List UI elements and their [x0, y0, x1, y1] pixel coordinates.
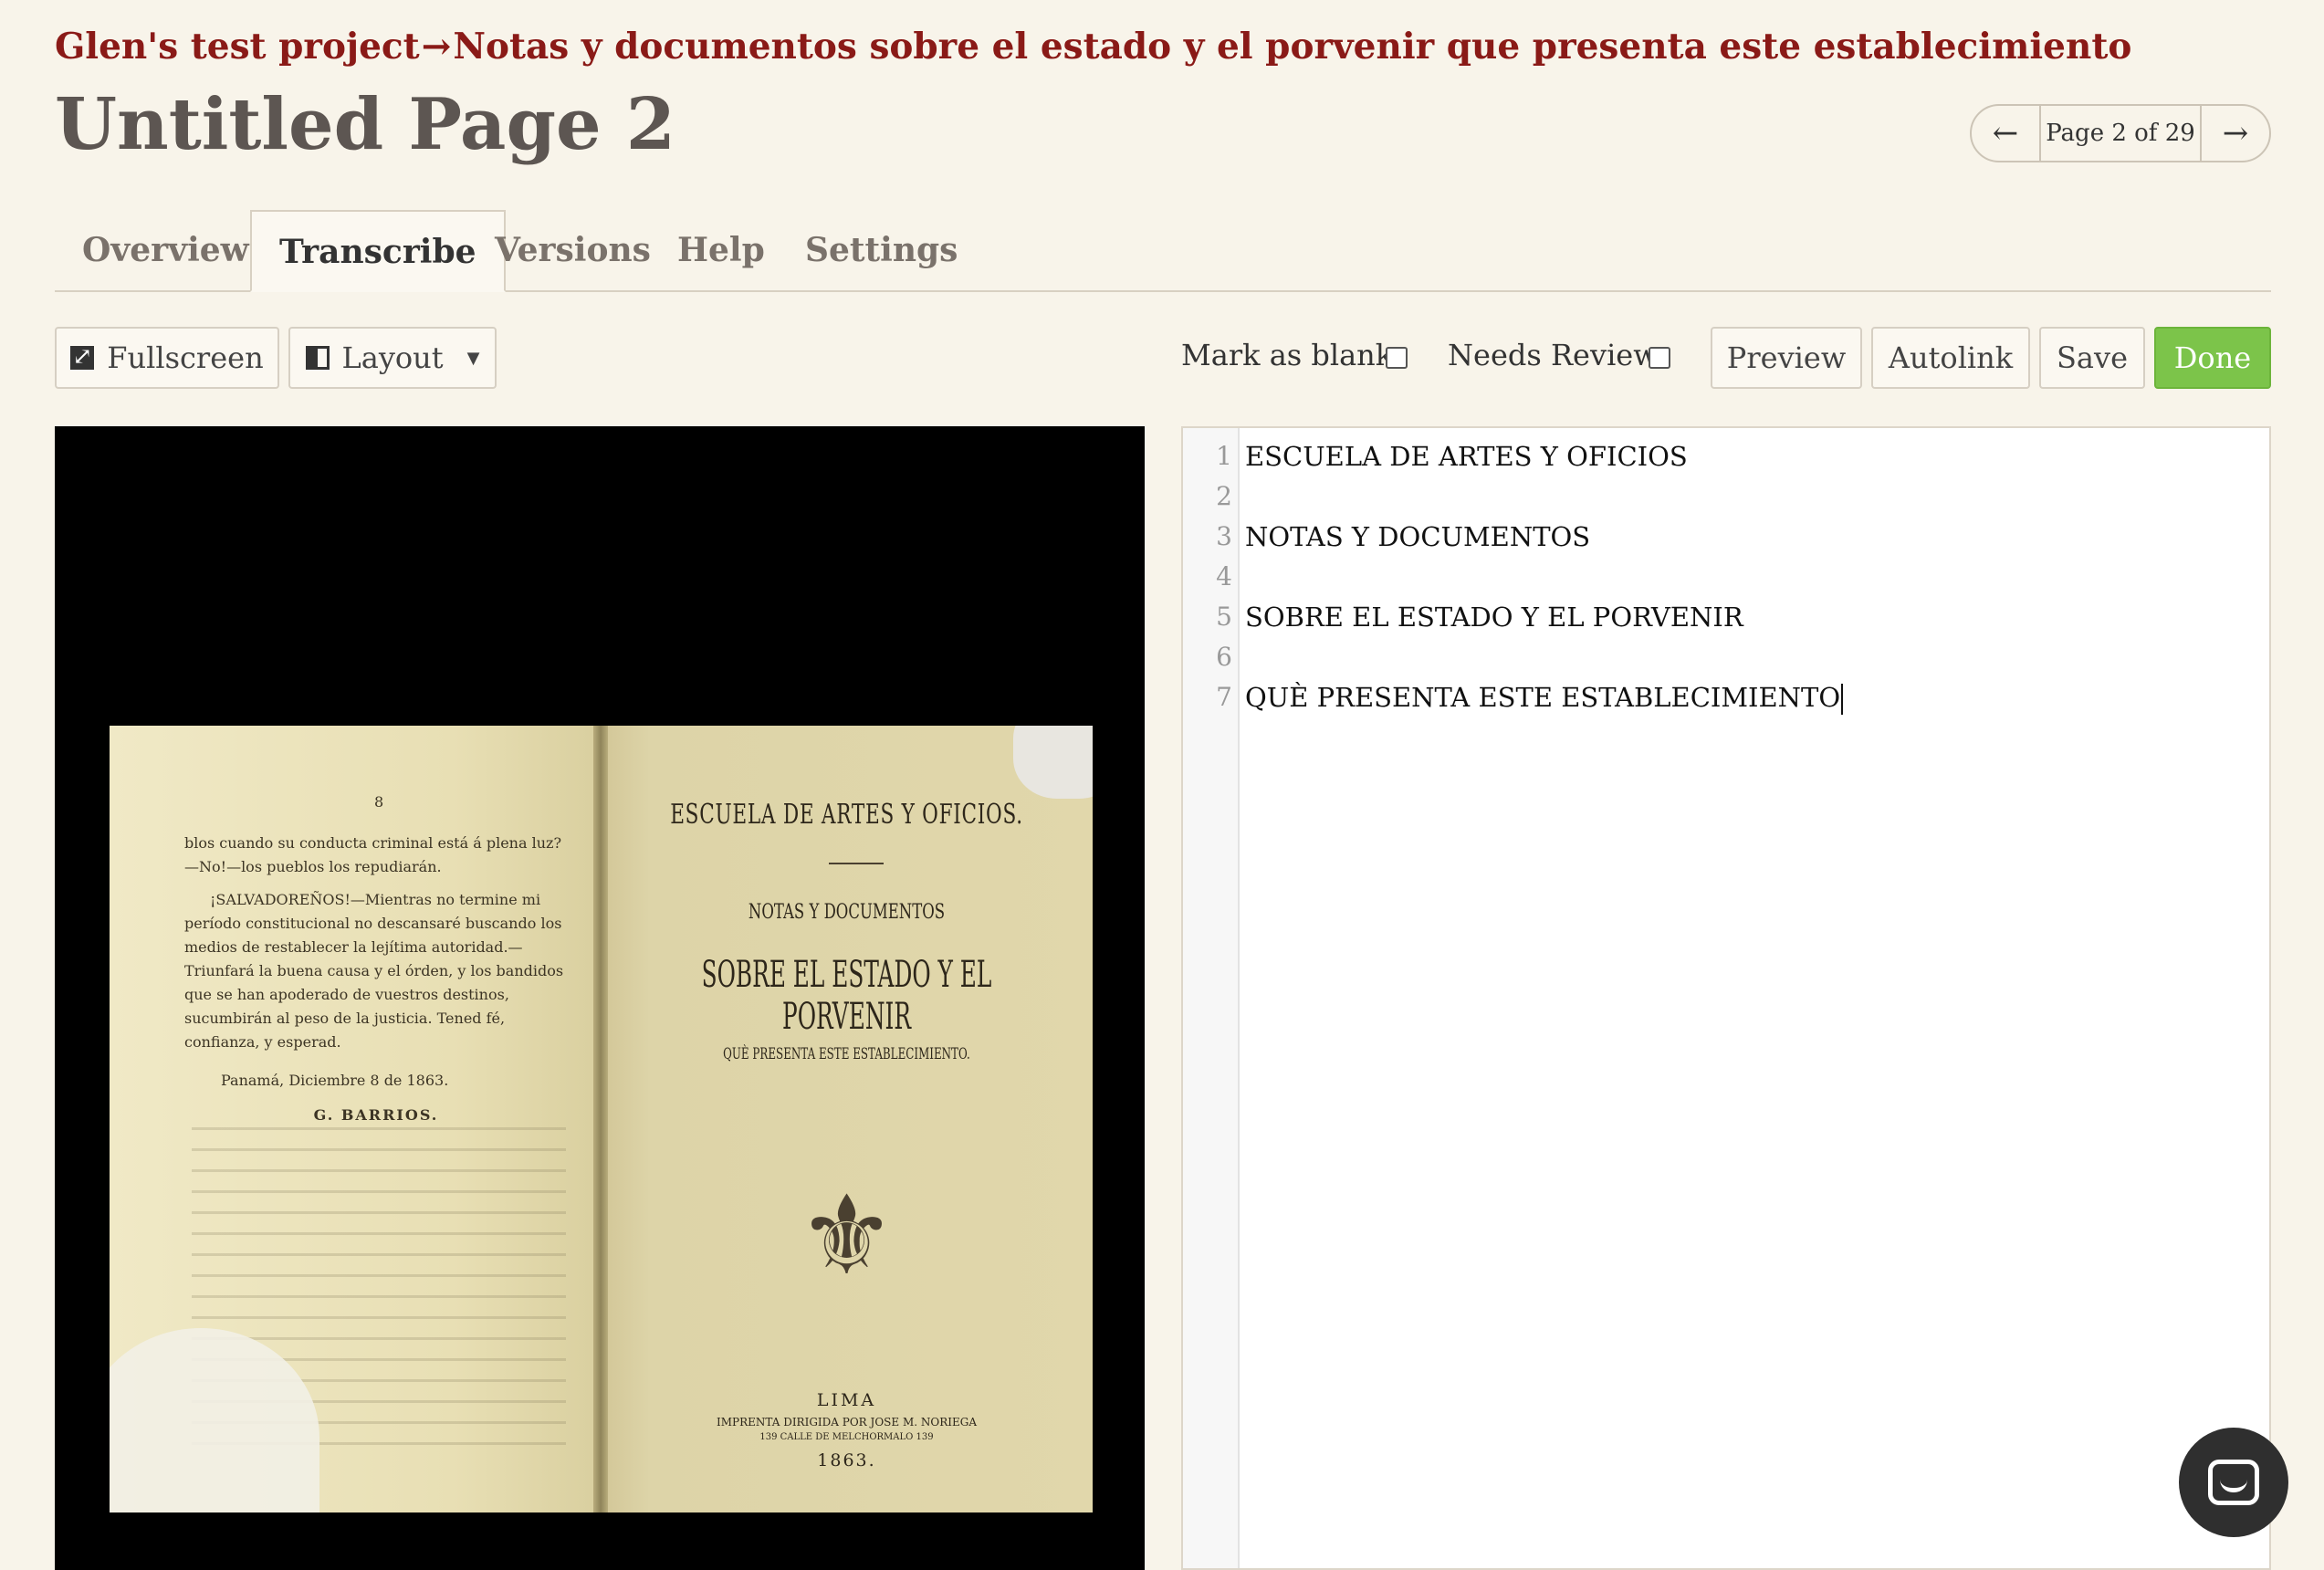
line-number: 6 — [1216, 642, 1232, 672]
arrow-left-icon: ← — [1992, 115, 2019, 152]
line-text: ESCUELA DE ARTES Y OFICIOS — [1245, 441, 1688, 472]
previous-page-button[interactable]: ← — [1972, 106, 2039, 161]
layout-dropdown[interactable]: Layout ▼ — [288, 327, 497, 389]
layout-icon — [305, 346, 330, 370]
tab-overview[interactable]: Overview — [55, 210, 277, 290]
line-text: SOBRE EL ESTADO Y EL PORVENIR — [1245, 602, 1743, 633]
fullscreen-icon — [70, 340, 95, 373]
scan-heading: ESCUELA DE ARTES Y OFICIOS. — [670, 799, 1023, 831]
line-text: QUÈ PRESENTA ESTE ESTABLECIMIENTO — [1245, 682, 1844, 715]
transcription-editor[interactable]: 1 ESCUELA DE ARTES Y OFICIOS 2 3 NOTAS Y D… — [1181, 426, 2271, 1570]
scan-imprint-year: 1863. — [817, 1450, 876, 1471]
line-text-content: QUÈ PRESENTA ESTE ESTABLECIMIENTO — [1245, 682, 1841, 713]
mark-blank-checkbox[interactable] — [1386, 347, 1408, 369]
fullscreen-button[interactable]: Fullscreen — [55, 327, 279, 389]
page-pager: ← Page 2 of 29 → — [1970, 104, 2271, 162]
breadcrumb-project-link[interactable]: Glen's test project — [55, 26, 420, 68]
line-number: 1 — [1216, 441, 1232, 471]
needs-review-checkbox[interactable] — [1649, 347, 1670, 369]
editor-line[interactable]: 4 — [1183, 561, 2269, 602]
scan-imprint-printer: IMPRENTA DIRIGIDA POR JOSE M. NORIEGA — [716, 1416, 978, 1429]
editor-line[interactable]: 3 NOTAS Y DOCUMENTOS — [1183, 521, 2269, 561]
image-viewer[interactable]: 8 blos cuando su conducta criminal está … — [55, 426, 1145, 1570]
tab-help[interactable]: Help — [650, 210, 792, 290]
fullscreen-label: Fullscreen — [107, 340, 264, 375]
scan-paragraph: blos cuando su conducta criminal está á … — [184, 834, 562, 875]
scan-paragraph: ¡SALVADOREÑOS!—Mientras no termine mi pe… — [184, 891, 564, 1051]
next-page-button[interactable]: → — [2202, 106, 2269, 161]
breadcrumb: Glen's test project→Notas y documentos s… — [55, 26, 2131, 68]
page-tabs: Overview Transcribe Versions Help Settin… — [55, 210, 2271, 292]
editor-line[interactable]: 6 — [1183, 642, 2269, 682]
breadcrumb-separator: → — [421, 26, 452, 68]
scan-imprint-city: LIMA — [816, 1390, 877, 1410]
editor-line[interactable]: 5 SOBRE EL ESTADO Y EL PORVENIR — [1183, 602, 2269, 642]
scan-page-number: 8 — [374, 793, 384, 811]
editor-line[interactable]: 2 — [1183, 481, 2269, 521]
scan-left-text: blos cuando su conducta criminal está á … — [184, 832, 568, 1127]
scan-heading: NOTAS Y DOCUMENTOS — [748, 901, 946, 924]
needs-review-label: Needs Review — [1448, 338, 1659, 372]
page-counter: Page 2 of 29 — [2039, 106, 2202, 161]
preview-button[interactable]: Preview — [1711, 327, 1862, 389]
line-number: 2 — [1216, 481, 1232, 511]
scan-rule — [829, 863, 884, 864]
layout-label: Layout — [341, 340, 444, 375]
editor-line[interactable]: 1 ESCUELA DE ARTES Y OFICIOS — [1183, 441, 2269, 481]
editor-line[interactable]: 7 QUÈ PRESENTA ESTE ESTABLECIMIENTO — [1183, 682, 2269, 722]
save-button[interactable]: Save — [2039, 327, 2145, 389]
chat-icon — [2208, 1460, 2259, 1505]
scan-dateline: Panamá, Diciembre 8 de 1863. — [221, 1072, 449, 1089]
chat-launcher-button[interactable] — [2179, 1428, 2288, 1537]
line-number: 3 — [1216, 521, 1232, 551]
scan-emblem-icon: ⚜ — [797, 1173, 896, 1300]
scan-heading: SOBRE EL ESTADO Y EL PORVENIR — [701, 954, 992, 1038]
done-button[interactable]: Done — [2154, 327, 2271, 389]
page-title: Untitled Page 2 — [55, 83, 676, 166]
line-number: 4 — [1216, 561, 1232, 591]
line-text: NOTAS Y DOCUMENTOS — [1245, 521, 1591, 552]
caret-down-icon: ▼ — [466, 348, 480, 368]
scan-heading: QUÈ PRESENTA ESTE ESTABLECIMIENTO. — [723, 1045, 970, 1063]
tab-versions[interactable]: Versions — [467, 210, 678, 290]
autolink-button[interactable]: Autolink — [1871, 327, 2030, 389]
text-cursor — [1841, 684, 1844, 715]
arrow-right-icon: → — [2222, 115, 2249, 152]
mark-blank-label: Mark as blank — [1181, 338, 1394, 372]
tab-settings[interactable]: Settings — [778, 210, 985, 290]
line-number: 7 — [1216, 682, 1232, 712]
line-number: 5 — [1216, 602, 1232, 632]
scan-imprint-street: 139 CALLE DE MELCHORMALO 139 — [759, 1432, 934, 1442]
breadcrumb-document-link[interactable]: Notas y documentos sobre el estado y el … — [453, 26, 2131, 68]
document-scan-image: 8 blos cuando su conducta criminal está … — [110, 726, 1093, 1512]
